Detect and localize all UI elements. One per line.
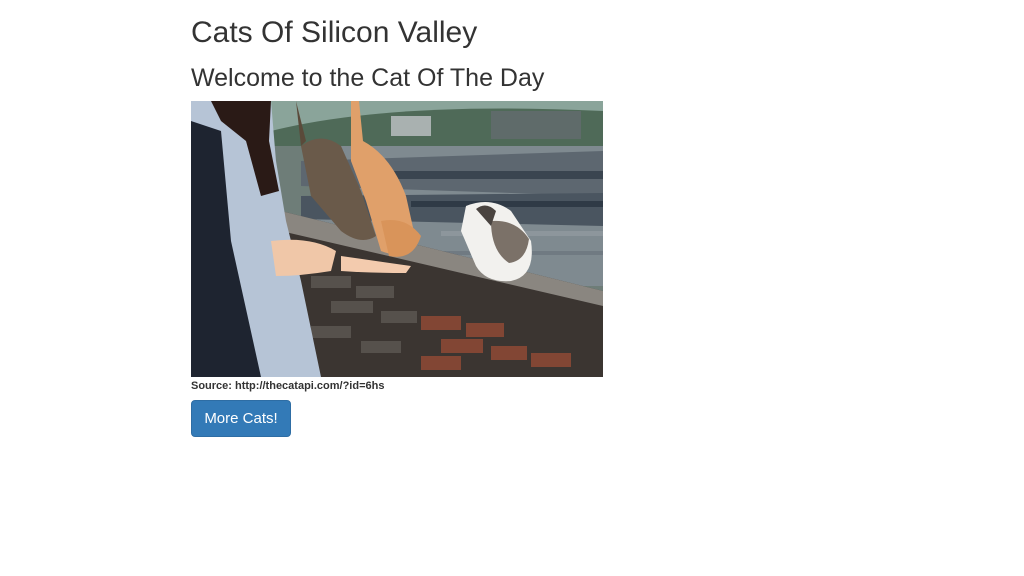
photo-source: Source: http://thecatapi.com/?id=6hs [191, 380, 831, 393]
site-title: Cats Of Silicon Valley [191, 16, 478, 49]
content-container: Cats Of Silicon Valley Welcome to the Ca… [191, 0, 831, 437]
page-heading: Welcome to the Cat Of The Day [191, 64, 545, 92]
photo-source-url: http://thecatapi.com/?id=6hs [235, 380, 385, 392]
more-cats-button[interactable]: More Cats! [191, 400, 291, 437]
cat-photo [191, 101, 603, 377]
photo-source-prefix: Source: [191, 380, 236, 392]
page: Cats Of Silicon Valley Welcome to the Ca… [0, 0, 1024, 576]
